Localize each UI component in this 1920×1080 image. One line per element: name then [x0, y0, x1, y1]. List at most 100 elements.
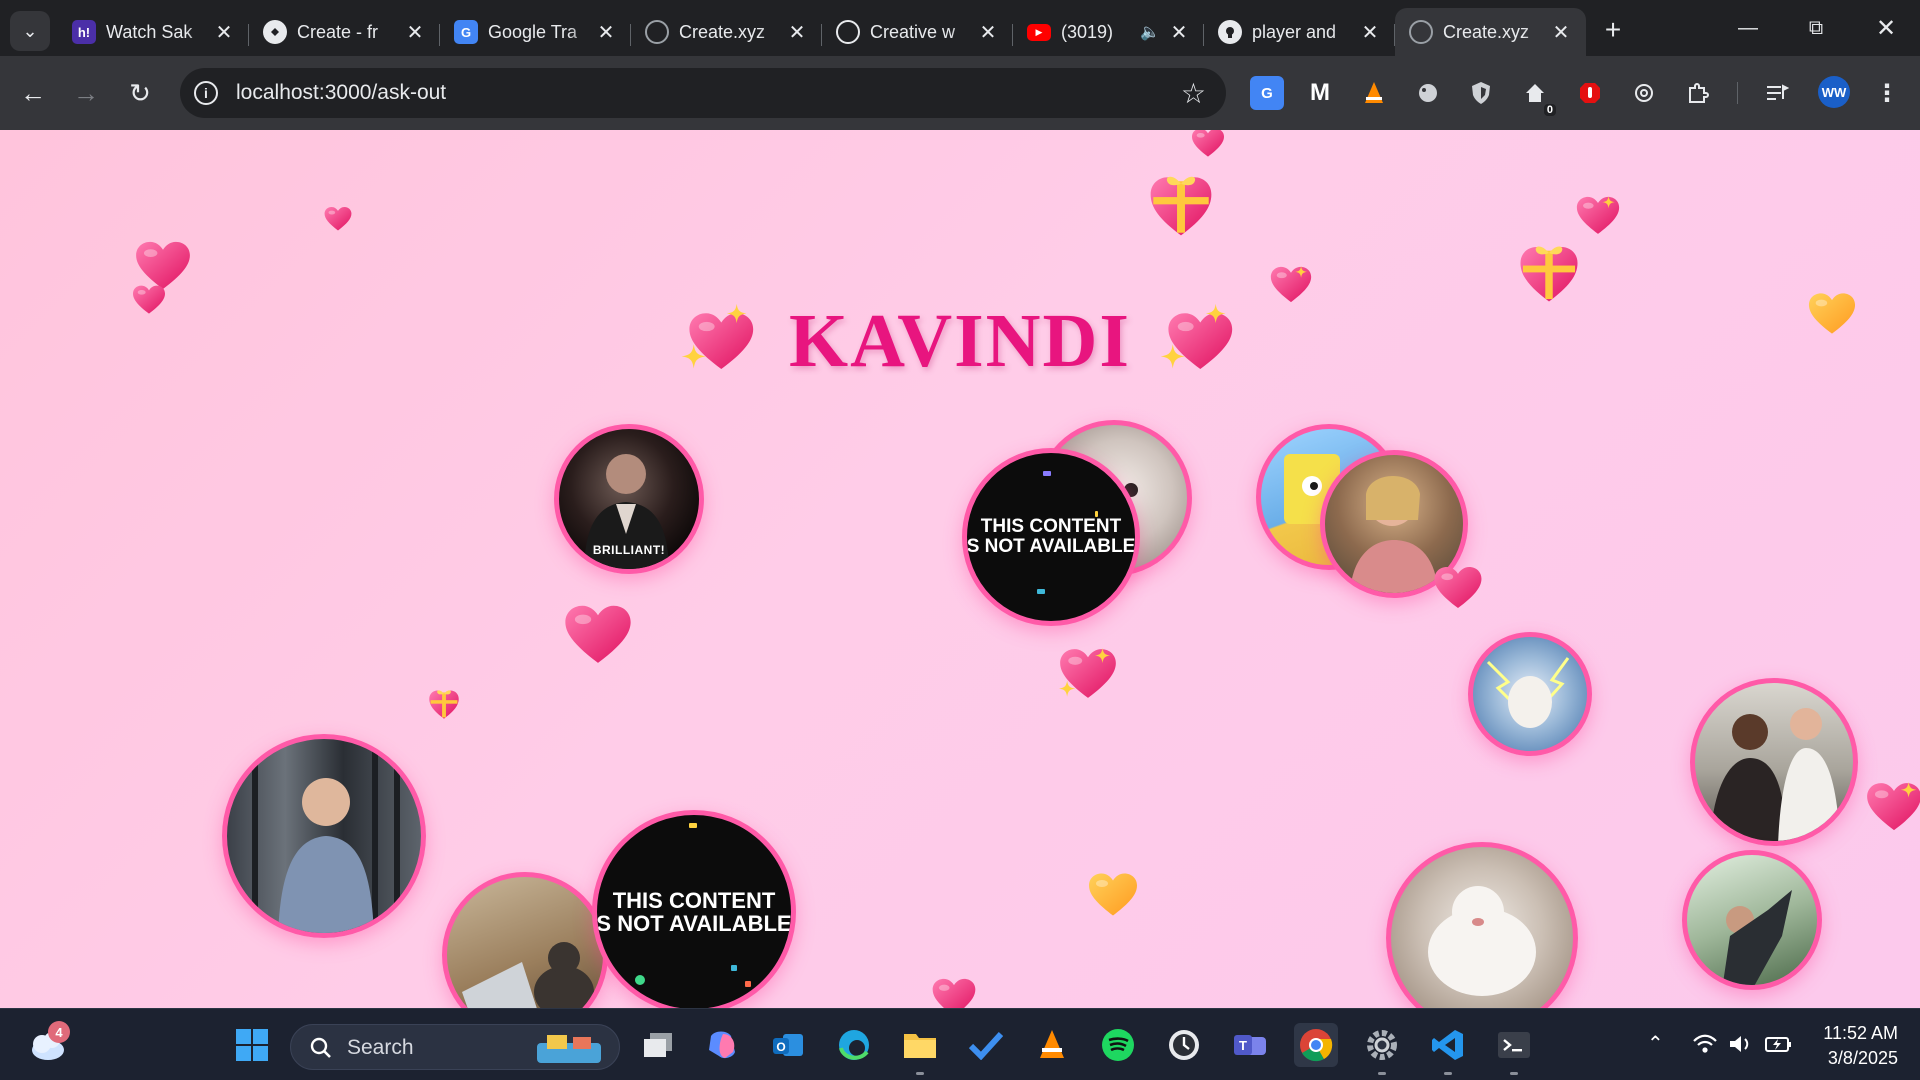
- gif-cat-laptop[interactable]: [442, 872, 608, 1008]
- close-icon[interactable]: ✕: [1550, 20, 1572, 45]
- spotify-icon: [1102, 1029, 1134, 1061]
- settings-app[interactable]: [1360, 1023, 1404, 1075]
- gif-white-cat[interactable]: [1386, 842, 1578, 1008]
- people-silhouette: [1710, 708, 1840, 841]
- tab-creative[interactable]: Creative w ✕: [822, 8, 1013, 56]
- chevron-down-icon: ⌄: [22, 20, 38, 41]
- adblock-extension-icon[interactable]: [1573, 76, 1607, 110]
- taskbar-search[interactable]: Search: [290, 1024, 620, 1070]
- gif-man-in-doorway[interactable]: [222, 734, 426, 938]
- confetti: [731, 965, 737, 971]
- url-text[interactable]: localhost:3000/ask-out: [236, 81, 446, 105]
- wifi-icon[interactable]: [1692, 1033, 1718, 1055]
- media-controls-icon[interactable]: [1760, 76, 1794, 110]
- file-explorer-app[interactable]: [898, 1023, 942, 1075]
- restore-button[interactable]: ⧉: [1782, 0, 1850, 56]
- terminal-app[interactable]: [1492, 1023, 1536, 1075]
- google-translate-extension-icon[interactable]: G: [1250, 76, 1284, 110]
- start-button[interactable]: [230, 1023, 274, 1067]
- vlc-app[interactable]: [1030, 1023, 1074, 1067]
- arrow-left-icon: ←: [20, 77, 46, 108]
- globe-icon: [1409, 20, 1433, 44]
- hianime-icon: h!: [72, 20, 96, 44]
- chrome-app[interactable]: [1294, 1023, 1338, 1067]
- tab-search-button[interactable]: ⌄: [10, 11, 50, 51]
- tab-youtube[interactable]: ▶ (3019) 🔈 ✕: [1013, 8, 1204, 56]
- battery-charging-icon[interactable]: [1764, 1033, 1794, 1055]
- tab-strip: ⌄ h! Watch Sak ✕ Create - fr ✕ G Google …: [0, 0, 1920, 56]
- cat-icon: [1486, 657, 1570, 728]
- confetti: [1037, 589, 1045, 594]
- tab-create-xyz[interactable]: Create.xyz ✕: [631, 8, 822, 56]
- openai-extension-icon[interactable]: [1627, 76, 1661, 110]
- profile-avatar[interactable]: WW: [1818, 76, 1850, 108]
- spotify-app[interactable]: [1096, 1023, 1140, 1067]
- forward-button[interactable]: →: [66, 73, 106, 113]
- confetti: [635, 975, 645, 985]
- close-icon[interactable]: ✕: [213, 20, 235, 45]
- address-bar[interactable]: i localhost:3000/ask-out ☆: [180, 68, 1226, 118]
- search-label: Search: [347, 1036, 414, 1059]
- todo-app[interactable]: [964, 1023, 1008, 1067]
- gif-brilliant[interactable]: BRILLIANT!: [554, 424, 704, 574]
- speaker-icon[interactable]: 🔈: [1140, 22, 1160, 42]
- chevron-up-icon[interactable]: ⌃: [1647, 1031, 1664, 1056]
- teams-app[interactable]: T: [1228, 1023, 1272, 1067]
- back-button[interactable]: ←: [13, 73, 53, 113]
- extensions-puzzle-icon[interactable]: [1681, 76, 1715, 110]
- tab-google-translate[interactable]: G Google Tra ✕: [440, 8, 631, 56]
- volume-icon[interactable]: [1728, 1033, 1754, 1055]
- unavailable-line-2: S NOT AVAILABLE: [596, 911, 792, 936]
- arrow-right-icon: →: [73, 77, 99, 108]
- gif-caption: BRILLIANT!: [592, 543, 666, 557]
- sparkling-heart-icon: [1160, 303, 1233, 370]
- outlook-app[interactable]: O: [766, 1023, 810, 1067]
- globe-icon: [645, 20, 669, 44]
- vlc-extension-icon[interactable]: [1357, 76, 1391, 110]
- puzzle-palette-extension-icon[interactable]: [1411, 76, 1445, 110]
- bookmark-star-icon[interactable]: ☆: [1181, 77, 1206, 110]
- gif-unavailable[interactable]: THIS CONTENT S NOT AVAILABLE: [962, 448, 1140, 626]
- notification-badge: 4: [48, 1021, 70, 1043]
- close-icon[interactable]: ✕: [977, 20, 999, 45]
- tab-create-xyz-active[interactable]: Create.xyz ✕: [1395, 8, 1586, 56]
- folder-icon: [904, 1034, 936, 1058]
- windows-logo-icon: [236, 1029, 268, 1061]
- home-extension-icon[interactable]: 0: [1518, 76, 1556, 116]
- gif-cat-lightning[interactable]: [1468, 632, 1592, 756]
- malwarebytes-extension-icon[interactable]: M: [1303, 76, 1337, 110]
- kebab-menu-icon[interactable]: ⋮: [1870, 76, 1904, 110]
- tab-create-fr[interactable]: Create - fr ✕: [249, 8, 440, 56]
- gif-office-celebration[interactable]: [1690, 678, 1858, 846]
- new-tab-button[interactable]: +: [1595, 12, 1631, 48]
- task-view-button[interactable]: [636, 1023, 680, 1067]
- close-icon[interactable]: ✕: [1359, 20, 1381, 45]
- minimize-button[interactable]: —: [1714, 0, 1782, 56]
- search-icon: [310, 1037, 331, 1058]
- close-window-button[interactable]: ✕: [1852, 0, 1920, 56]
- confetti: [745, 981, 751, 987]
- heart-icon: [1430, 566, 1486, 610]
- vscode-app[interactable]: [1426, 1023, 1470, 1075]
- shield-extension-icon[interactable]: [1464, 76, 1498, 110]
- close-icon[interactable]: ✕: [595, 20, 617, 45]
- tab-title: Create.xyz: [1443, 21, 1530, 42]
- clock-app[interactable]: [1162, 1023, 1206, 1067]
- tab-watch-sakamoto[interactable]: h! Watch Sak ✕: [58, 8, 249, 56]
- tab-title: Google Tra: [488, 21, 578, 42]
- reload-button[interactable]: ↻: [120, 73, 160, 113]
- site-info-icon[interactable]: i: [194, 81, 218, 105]
- edge-app[interactable]: [832, 1023, 876, 1067]
- close-icon[interactable]: ✕: [786, 20, 808, 45]
- browser-toolbar: ← → ↻ i localhost:3000/ask-out ☆ G M 0 W…: [0, 56, 1920, 130]
- copilot-app[interactable]: [700, 1023, 744, 1067]
- close-icon[interactable]: ✕: [1168, 20, 1190, 45]
- gif-unavailable[interactable]: THIS CONTENT S NOT AVAILABLE: [592, 810, 796, 1008]
- system-clock[interactable]: 11:52 AM 3/8/2025: [1823, 1021, 1898, 1071]
- gif-man-falling[interactable]: [1682, 850, 1822, 990]
- heart-gift-icon: [1148, 172, 1214, 238]
- close-icon[interactable]: ✕: [404, 20, 426, 45]
- heart-gift-icon: [1518, 242, 1580, 304]
- tab-github[interactable]: player and ✕: [1204, 8, 1395, 56]
- tab-title: Create - fr: [297, 21, 379, 42]
